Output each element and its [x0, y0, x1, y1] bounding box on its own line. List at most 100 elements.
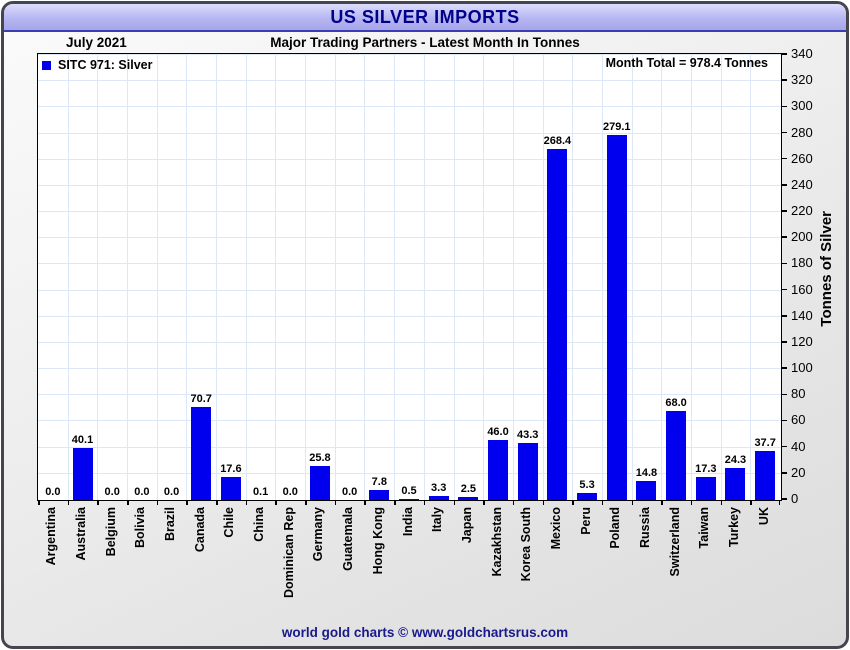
x-category-label: India — [400, 507, 415, 537]
bar-value-label: 268.4 — [543, 135, 572, 147]
bar-value-label: 0.0 — [282, 486, 298, 498]
x-tick-mark — [542, 500, 545, 505]
x-category-label: UK — [756, 507, 771, 526]
x-category-label: Hong Kong — [370, 507, 385, 575]
y-tick-mark — [781, 210, 787, 212]
x-category-label: Korea South — [519, 507, 534, 582]
x-tick-mark — [245, 500, 248, 505]
x-tick-mark — [661, 500, 663, 505]
x-gridline — [572, 54, 574, 500]
y-tick-label: 20 — [791, 464, 806, 480]
x-tick-mark — [305, 500, 307, 505]
y-tick-label: 240 — [791, 176, 813, 192]
y-axis-title: Tonnes of Silver — [818, 211, 835, 327]
y-tick-label: 80 — [791, 386, 806, 402]
x-gridline — [661, 54, 663, 500]
y-tick-label: 260 — [791, 150, 813, 166]
x-category-label: Kazakhstan — [489, 507, 504, 577]
y-gridline — [38, 394, 781, 396]
chart-subtitle: Major Trading Partners - Latest Month In… — [270, 35, 580, 50]
x-gridline — [453, 54, 455, 500]
y-tick-label: 280 — [791, 124, 813, 140]
y-tick-mark — [781, 105, 787, 108]
bar-value-label: 25.8 — [309, 452, 331, 464]
y-tick-mark — [781, 236, 787, 238]
y-gridline — [38, 132, 781, 134]
y-tick-label: 320 — [791, 72, 813, 88]
x-tick-mark — [778, 500, 780, 505]
x-category-label: Italy — [430, 507, 445, 533]
x-gridline — [423, 54, 425, 500]
legend: SITC 971: Silver — [42, 58, 153, 72]
y-tick-mark — [781, 367, 787, 369]
y-tick-mark — [781, 315, 787, 317]
x-category-label: Chile — [222, 507, 237, 538]
bar — [755, 451, 776, 500]
y-tick-mark — [781, 498, 787, 500]
bar — [577, 493, 598, 500]
bar — [488, 440, 509, 500]
y-gridline — [38, 54, 781, 55]
bar — [428, 496, 449, 500]
x-gridline — [720, 54, 722, 500]
x-category-label: Bolivia — [133, 507, 148, 548]
month-total-annotation: Month Total = 978.4 Tonnes — [605, 56, 768, 70]
x-gridline — [186, 54, 188, 500]
y-gridline — [38, 106, 781, 108]
bar — [725, 468, 746, 500]
bar — [695, 477, 716, 500]
x-category-label: Canada — [192, 507, 207, 553]
y-tick-label: 300 — [791, 98, 813, 114]
x-gridline — [334, 54, 336, 500]
chart-frame: US SILVER IMPORTS July 2021 Major Tradin… — [1, 1, 849, 649]
x-tick-mark — [186, 500, 188, 505]
y-tick-mark — [781, 419, 787, 422]
y-tick-mark — [781, 393, 787, 396]
x-category-label: Russia — [637, 507, 652, 548]
x-gridline — [750, 54, 752, 500]
x-category-label: China — [252, 507, 267, 542]
x-category-label: Japan — [459, 507, 474, 544]
y-gridline — [38, 184, 781, 186]
legend-label: SITC 971: Silver — [58, 58, 153, 72]
bar-value-label: 5.3 — [579, 479, 595, 491]
bar-value-label: 14.8 — [635, 467, 658, 479]
bar — [458, 497, 479, 500]
x-category-label: Dominican Rep — [281, 507, 296, 598]
y-tick-label: 60 — [791, 412, 806, 428]
x-tick-mark — [750, 500, 752, 505]
x-tick-mark — [483, 500, 485, 505]
y-gridline — [38, 368, 781, 370]
x-category-label: Brazil — [163, 507, 178, 542]
x-tick-mark — [690, 500, 693, 505]
y-gridline — [38, 341, 781, 343]
bar-value-label: 279.1 — [602, 121, 631, 133]
y-tick-mark — [781, 262, 787, 265]
y-tick-mark — [781, 184, 787, 186]
bar-value-label: 0.0 — [45, 486, 61, 498]
y-tick-mark — [781, 472, 787, 474]
y-tick-label: 40 — [791, 438, 806, 454]
x-category-label: Belgium — [103, 507, 118, 557]
y-tick-mark — [781, 341, 787, 343]
bar — [191, 407, 212, 500]
x-tick-mark — [601, 500, 604, 505]
bar — [547, 149, 568, 500]
y-tick-label: 100 — [791, 360, 813, 376]
x-tick-mark — [631, 500, 634, 505]
y-gridline — [38, 158, 781, 160]
chart-window: US SILVER IMPORTS July 2021 Major Tradin… — [0, 0, 850, 650]
y-tick-mark — [781, 157, 787, 160]
x-gridline — [305, 54, 307, 500]
x-tick-mark — [334, 500, 337, 505]
bar-value-label: 17.6 — [220, 463, 242, 475]
x-category-label: Peru — [578, 507, 593, 535]
y-gridline — [38, 237, 781, 239]
y-tick-mark — [781, 53, 787, 55]
y-gridline — [38, 315, 781, 317]
x-gridline — [690, 54, 692, 500]
x-category-label: Argentina — [44, 507, 59, 566]
x-tick-mark — [572, 500, 574, 505]
x-tick-mark — [394, 500, 396, 505]
bar-value-label: 24.3 — [724, 454, 747, 466]
